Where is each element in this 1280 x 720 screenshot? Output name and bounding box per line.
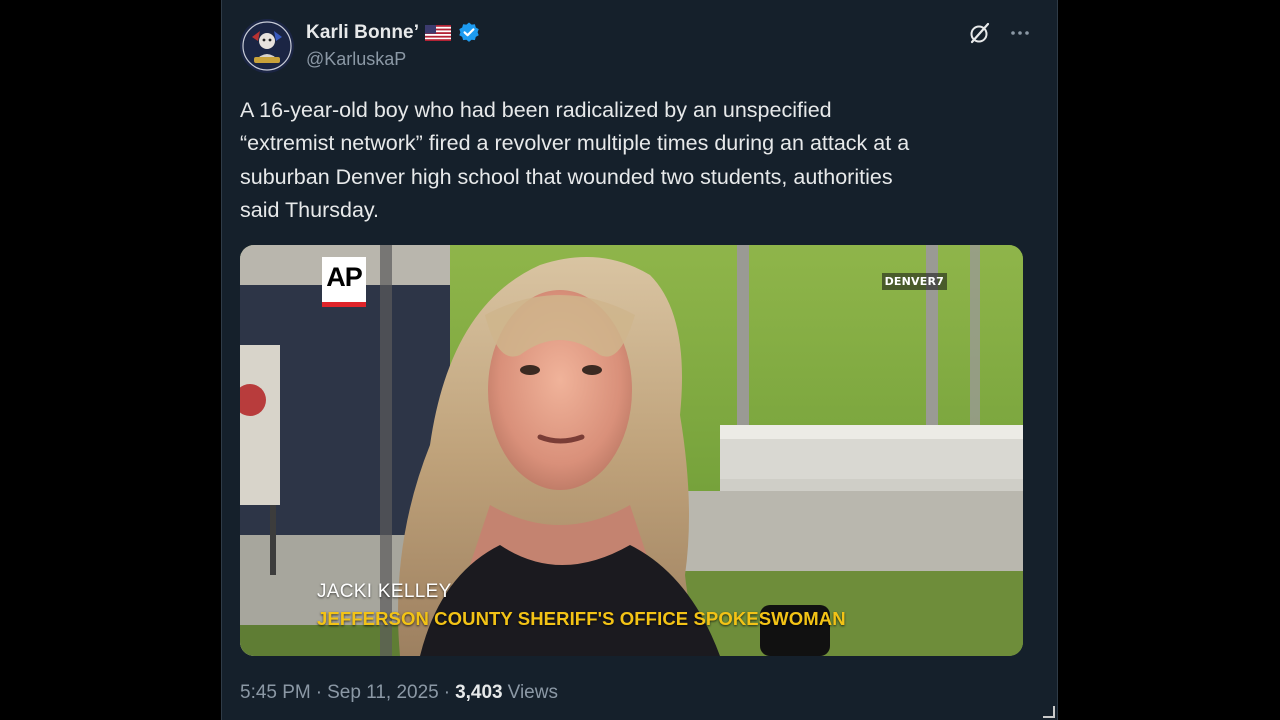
caption-speaker-title: JEFFERSON COUNTY SHERIFF'S OFFICE SPOKES… bbox=[317, 608, 846, 629]
views-count[interactable]: 3,403 bbox=[455, 682, 503, 704]
us-flag-icon bbox=[425, 25, 452, 41]
author-handle[interactable]: @KarluskaP bbox=[306, 49, 406, 70]
tweet-video[interactable]: AP DENVER7 JACKI KELLEY JEFFERSON COUNTY… bbox=[240, 245, 1023, 656]
caption-speaker-name: JACKI KELLEY bbox=[317, 581, 452, 602]
avatar[interactable] bbox=[240, 19, 294, 73]
meta-separator: · bbox=[315, 682, 323, 703]
tweet-date[interactable]: Sep 11, 2025 bbox=[327, 682, 439, 704]
tweet-top-actions bbox=[967, 20, 1033, 46]
ap-logo: AP bbox=[322, 257, 366, 307]
tweet-card: Karli Bonne’ @KarluskaP A 16-year-old bo… bbox=[221, 0, 1058, 720]
meta-separator: · bbox=[443, 682, 451, 703]
tweet-meta: 5:45 PM · Sep 11, 2025 · 3,403 Views bbox=[240, 682, 558, 704]
verified-badge-icon[interactable] bbox=[457, 21, 481, 45]
author-name-row: Karli Bonne’ bbox=[306, 20, 481, 46]
grok-button[interactable] bbox=[967, 20, 993, 46]
more-options-button[interactable] bbox=[1007, 20, 1033, 46]
avatar-image bbox=[240, 19, 294, 73]
denver7-watermark: DENVER7 bbox=[881, 273, 947, 290]
ap-logo-bar bbox=[322, 302, 366, 307]
screen: Karli Bonne’ @KarluskaP A 16-year-old bo… bbox=[0, 0, 1280, 720]
views-label[interactable]: Views bbox=[508, 682, 558, 704]
tweet-time[interactable]: 5:45 PM bbox=[240, 682, 311, 704]
author-display-name[interactable]: Karli Bonne’ bbox=[306, 22, 419, 44]
tweet-text: A 16-year-old boy who had been radicaliz… bbox=[240, 98, 910, 222]
resize-grip bbox=[1043, 706, 1055, 718]
ap-logo-text: AP bbox=[326, 262, 363, 292]
more-options-icon bbox=[1011, 31, 1029, 35]
grok-slash-icon bbox=[970, 22, 990, 44]
